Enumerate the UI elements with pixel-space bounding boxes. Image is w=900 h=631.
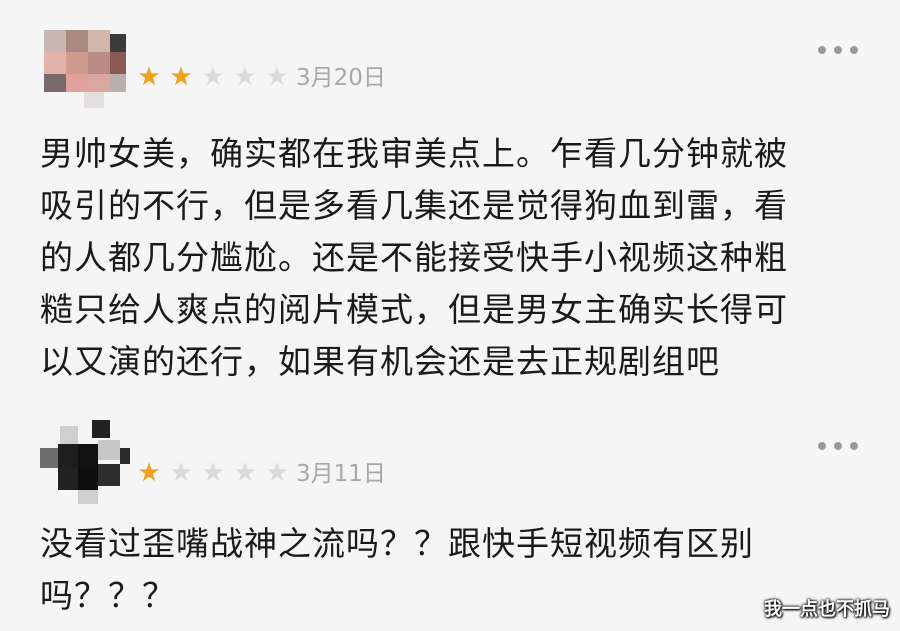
star-icon: ★ bbox=[233, 62, 257, 92]
star-icon: ★ bbox=[265, 62, 289, 92]
review-text: 男帅女美，确实都在我审美点上。乍看几分钟就被 吸引的不行，但是多看几集还是觉得狗… bbox=[40, 134, 788, 381]
review-text: 没看过歪嘴战神之流吗？？跟快手短视频有区别 吗？？？ bbox=[40, 524, 754, 615]
username-obscured[interactable] bbox=[186, 420, 346, 456]
review-item: ★ ★ ★ ★ ★ 3月20日 男帅女美，确实都在我审美点上。乍看几分钟就被 吸… bbox=[0, 0, 900, 400]
more-options-icon[interactable] bbox=[818, 44, 858, 56]
avatar[interactable] bbox=[40, 22, 130, 112]
star-icon: ★ bbox=[169, 458, 193, 488]
rating-stars: ★ ★ ★ ★ ★ bbox=[134, 64, 292, 90]
rating-stars: ★ ★ ★ ★ ★ bbox=[134, 460, 292, 486]
star-icon: ★ bbox=[233, 458, 257, 488]
avatar[interactable] bbox=[40, 416, 130, 506]
star-icon: ★ bbox=[137, 458, 161, 488]
watermark: 我一点也不抓马 bbox=[764, 599, 890, 620]
star-icon: ★ bbox=[137, 62, 161, 92]
star-icon: ★ bbox=[201, 458, 225, 488]
more-options-icon[interactable] bbox=[818, 440, 858, 452]
review-date: 3月11日 bbox=[296, 461, 386, 487]
review-date: 3月20日 bbox=[296, 65, 386, 91]
star-icon: ★ bbox=[265, 458, 289, 488]
username-obscured[interactable] bbox=[140, 12, 300, 48]
star-icon: ★ bbox=[201, 62, 225, 92]
star-icon: ★ bbox=[169, 62, 193, 92]
